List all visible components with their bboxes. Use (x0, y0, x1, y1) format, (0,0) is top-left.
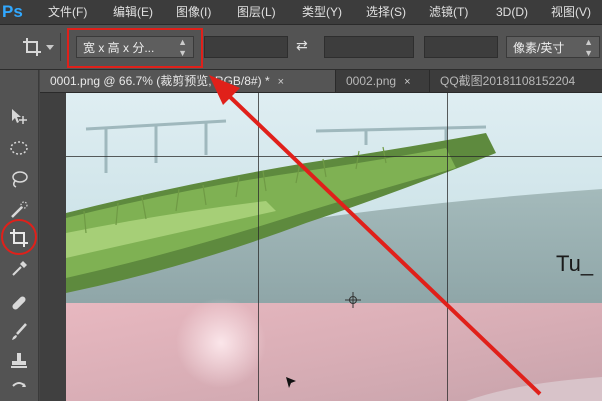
spot-healing-icon[interactable] (8, 292, 30, 314)
width-field[interactable] (204, 36, 288, 58)
menu-edit[interactable]: 编辑(E) (113, 0, 153, 24)
eyedropper-icon[interactable] (8, 258, 30, 280)
menu-type[interactable]: 类型(Y) (302, 0, 342, 24)
history-brush-icon[interactable] (8, 378, 30, 400)
menu-select[interactable]: 选择(S) (366, 0, 406, 24)
tool-preset-dropdown-icon[interactable] (46, 45, 54, 50)
brush-icon[interactable] (8, 321, 30, 343)
document-image[interactable]: Tu_ (66, 93, 602, 401)
move-icon[interactable] (8, 106, 30, 128)
crosshair-icon (345, 292, 361, 308)
crop-icon[interactable] (22, 37, 42, 62)
unit-value: 像素/英寸 (513, 41, 565, 55)
resolution-unit-select[interactable]: 像素/英寸 ▲ ▼ (506, 36, 600, 58)
ellipse-marquee-icon[interactable] (8, 137, 30, 159)
tab-qq-screenshot[interactable]: QQ截图20181108152204 (430, 70, 602, 92)
canvas-area[interactable]: Tu_ (40, 93, 602, 401)
crop-grid-line (258, 93, 259, 401)
tab-0001-png[interactable]: 0001.png @ 66.7% (裁剪预览, RGB/8#) * × (40, 70, 336, 92)
photoshop-logo: Ps (2, 2, 23, 21)
resolution-field[interactable] (424, 36, 498, 58)
swap-arrows-icon[interactable]: ⇄ (296, 37, 308, 54)
lasso-icon[interactable] (8, 168, 30, 190)
menu-bar: Ps 文件(F) 编辑(E) 图像(I) 图层(L) 类型(Y) 选择(S) 滤… (0, 0, 602, 25)
tab-label: QQ截图20181108152204 (440, 74, 576, 88)
clone-stamp-icon[interactable] (8, 350, 30, 372)
photo-composite (66, 93, 602, 401)
height-field[interactable] (324, 36, 414, 58)
image-overlay-text: Tu_ (556, 251, 594, 276)
menu-filter[interactable]: 滤镜(T) (429, 0, 468, 24)
menu-file[interactable]: 文件(F) (48, 0, 87, 24)
menu-view[interactable]: 视图(V) (551, 0, 591, 24)
quick-selection-icon[interactable] (8, 199, 30, 221)
close-icon[interactable]: × (278, 71, 284, 92)
tab-0002-png[interactable]: 0002.png × (336, 70, 430, 92)
menu-3d[interactable]: 3D(D) (496, 0, 528, 24)
annotation-highlight-circle (1, 219, 37, 255)
menu-layer[interactable]: 图层(L) (237, 0, 276, 24)
crop-grid-line (66, 156, 602, 157)
tab-label: 0001.png @ 66.7% (裁剪预览, RGB/8#) * (50, 74, 270, 88)
menu-image[interactable]: 图像(I) (176, 0, 211, 24)
annotation-highlight-box (67, 28, 203, 68)
close-icon[interactable]: × (404, 71, 410, 92)
tab-label: 0002.png (346, 74, 397, 88)
updown-icon: ▲ ▼ (584, 37, 593, 58)
options-divider (60, 33, 61, 61)
cursor-icon (286, 377, 296, 388)
crop-grid-line (447, 93, 448, 401)
document-tabs: 0001.png @ 66.7% (裁剪预览, RGB/8#) * × 0002.… (40, 70, 602, 93)
